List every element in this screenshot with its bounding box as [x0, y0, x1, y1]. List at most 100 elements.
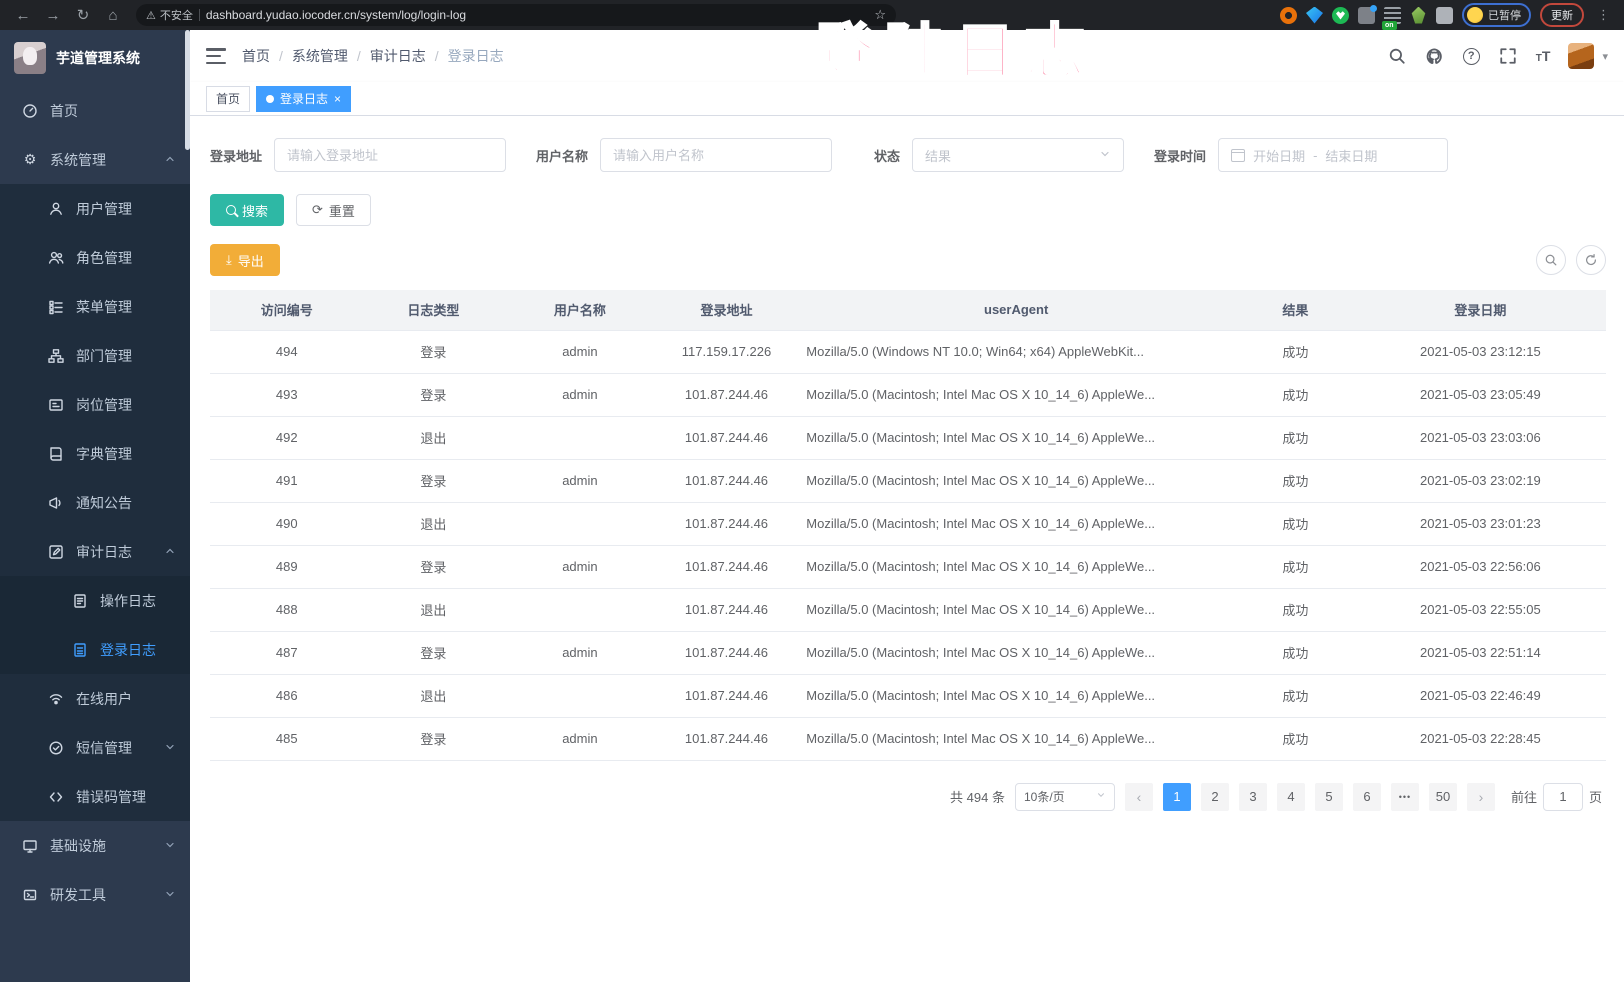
export-button[interactable]: ⤓ 导出 — [210, 244, 280, 276]
breadcrumb-system[interactable]: 系统管理 — [292, 46, 348, 66]
reset-button[interactable]: ⟳ 重置 — [296, 194, 371, 226]
table-row[interactable]: 494登录admin117.159.17.226Mozilla/5.0 (Win… — [210, 330, 1606, 373]
table-row[interactable]: 489登录admin101.87.244.46Mozilla/5.0 (Maci… — [210, 545, 1606, 588]
cell-type: 退出 — [364, 674, 504, 717]
browser-reload-icon[interactable]: ↻ — [70, 3, 96, 27]
table-row[interactable]: 491登录admin101.87.244.46Mozilla/5.0 (Maci… — [210, 459, 1606, 502]
page-button-2[interactable]: 2 — [1201, 783, 1229, 811]
sidebar-item-system[interactable]: ⚙ 系统管理 — [0, 135, 190, 184]
sidebar-item-posts[interactable]: 岗位管理 — [0, 380, 190, 429]
sidebar-item-login-log[interactable]: 登录日志 — [0, 625, 190, 674]
sidebar-item-home[interactable]: 首页 — [0, 86, 190, 135]
cell-ip: 101.87.244.46 — [657, 373, 797, 416]
page-button-1[interactable]: 1 — [1163, 783, 1191, 811]
login-log-icon — [72, 642, 88, 658]
breadcrumb-home[interactable]: 首页 — [242, 46, 270, 66]
table-row[interactable]: 490退出101.87.244.46Mozilla/5.0 (Macintosh… — [210, 502, 1606, 545]
extension-orange-icon[interactable] — [1280, 7, 1297, 24]
extension-grid-icon[interactable] — [1358, 7, 1375, 24]
url-text[interactable]: dashboard.yudao.iocoder.cn/system/log/lo… — [206, 8, 466, 22]
app-logo-row[interactable]: 芋道管理系统 — [0, 30, 190, 86]
cell-result: 成功 — [1236, 545, 1355, 588]
help-icon[interactable]: ? — [1463, 48, 1480, 65]
search-icon[interactable] — [1387, 46, 1407, 66]
sidebar-item-operation-log[interactable]: 操作日志 — [0, 576, 190, 625]
sidebar-item-dev-tools[interactable]: 研发工具 — [0, 870, 190, 919]
extension-green-icon[interactable] — [1332, 7, 1349, 24]
tab-login-log[interactable]: 登录日志 × — [256, 86, 351, 112]
prev-page-button[interactable]: ‹ — [1125, 783, 1153, 811]
table-row[interactable]: 485登录admin101.87.244.46Mozilla/5.0 (Maci… — [210, 717, 1606, 760]
browser-back-icon[interactable]: ← — [10, 3, 36, 27]
browser-forward-icon[interactable]: → — [40, 3, 66, 27]
extension-list-icon[interactable]: on — [1384, 7, 1401, 24]
page-button-6[interactable]: 6 — [1353, 783, 1381, 811]
status-select[interactable]: 结果 — [912, 138, 1124, 172]
cell-username: admin — [503, 717, 657, 760]
table-row[interactable]: 487登录admin101.87.244.46Mozilla/5.0 (Maci… — [210, 631, 1606, 674]
page-button-4[interactable]: 4 — [1277, 783, 1305, 811]
page-button-5[interactable]: 5 — [1315, 783, 1343, 811]
avatar-caret-icon[interactable]: ▾ — [1602, 50, 1608, 63]
sidebar-scrollbar[interactable] — [185, 30, 190, 982]
page-button-3[interactable]: 3 — [1239, 783, 1267, 811]
table-row[interactable]: 488退出101.87.244.46Mozilla/5.0 (Macintosh… — [210, 588, 1606, 631]
dashboard-icon — [22, 103, 38, 119]
sidebar-toggle-icon[interactable] — [206, 48, 226, 64]
reset-button-label: 重置 — [329, 201, 355, 220]
more-pages-button[interactable]: ••• — [1391, 783, 1419, 811]
table-row[interactable]: 486退出101.87.244.46Mozilla/5.0 (Macintosh… — [210, 674, 1606, 717]
extension-blue-icon[interactable] — [1306, 7, 1323, 24]
book-icon — [48, 446, 64, 462]
sidebar-item-menus[interactable]: 菜单管理 — [0, 282, 190, 331]
cell-time: 2021-05-03 23:01:23 — [1355, 502, 1606, 545]
address-input[interactable] — [287, 148, 493, 163]
browser-home-icon[interactable]: ⌂ — [100, 3, 126, 27]
extension-plant-icon[interactable] — [1410, 7, 1427, 24]
sidebar-item-roles[interactable]: 角色管理 — [0, 233, 190, 282]
date-range-picker[interactable]: 开始日期 - 结束日期 — [1218, 138, 1448, 172]
scrollbar-thumb[interactable] — [185, 30, 190, 150]
profile-sync-paused-chip[interactable]: 已暂停 — [1462, 3, 1531, 27]
hide-search-button[interactable] — [1536, 245, 1566, 275]
sidebar-item-dictionary[interactable]: 字典管理 — [0, 429, 190, 478]
cell-agent: Mozilla/5.0 (Macintosh; Intel Mac OS X 1… — [796, 459, 1236, 502]
refresh-table-button[interactable] — [1576, 245, 1606, 275]
sidebar-item-sms[interactable]: 短信管理 — [0, 723, 190, 772]
breadcrumb-separator: / — [357, 48, 361, 64]
page-size-select[interactable]: 10条/页 — [1015, 783, 1115, 811]
tab-home[interactable]: 首页 — [206, 86, 250, 112]
address-bar[interactable]: ⚠不安全 dashboard.yudao.iocoder.cn/system/l… — [136, 4, 896, 26]
sidebar-item-notices[interactable]: 通知公告 — [0, 478, 190, 527]
github-icon[interactable] — [1425, 46, 1445, 66]
sidebar-item-error-codes[interactable]: 错误码管理 — [0, 772, 190, 821]
cell-time: 2021-05-03 22:46:49 — [1355, 674, 1606, 717]
security-warning-icon[interactable]: ⚠不安全 — [146, 7, 193, 23]
sidebar-item-online-users[interactable]: 在线用户 — [0, 674, 190, 723]
table-row[interactable]: 493登录admin101.87.244.46Mozilla/5.0 (Maci… — [210, 373, 1606, 416]
breadcrumb-audit[interactable]: 审计日志 — [370, 46, 426, 66]
cell-type: 登录 — [364, 330, 504, 373]
total-count: 共 494 条 — [950, 787, 1005, 806]
sidebar-item-audit-log[interactable]: 审计日志 — [0, 527, 190, 576]
sidebar-item-departments[interactable]: 部门管理 — [0, 331, 190, 380]
sidebar: 芋道管理系统 首页 ⚙ 系统管理 用户管理 角色管理 — [0, 30, 190, 982]
page-button-50[interactable]: 50 — [1429, 783, 1457, 811]
browser-update-button[interactable]: 更新 — [1540, 3, 1584, 27]
fullscreen-icon[interactable] — [1498, 46, 1518, 66]
search-button[interactable]: 搜索 — [210, 194, 284, 226]
sidebar-item-infrastructure[interactable]: 基础设施 — [0, 821, 190, 870]
sidebar-item-users[interactable]: 用户管理 — [0, 184, 190, 233]
user-avatar[interactable] — [1568, 43, 1594, 69]
tab-close-icon[interactable]: × — [334, 92, 341, 106]
header-username: 用户名称 — [503, 290, 657, 330]
extensions-puzzle-icon[interactable] — [1436, 7, 1453, 24]
browser-menu-icon[interactable]: ⋮ — [1593, 7, 1614, 23]
cell-type: 登录 — [364, 459, 504, 502]
next-page-button[interactable]: › — [1467, 783, 1495, 811]
font-size-icon[interactable]: TT — [1536, 48, 1551, 64]
cell-username: admin — [503, 330, 657, 373]
username-input[interactable] — [613, 148, 819, 163]
table-row[interactable]: 492退出101.87.244.46Mozilla/5.0 (Macintosh… — [210, 416, 1606, 459]
goto-page-input[interactable] — [1543, 783, 1583, 811]
